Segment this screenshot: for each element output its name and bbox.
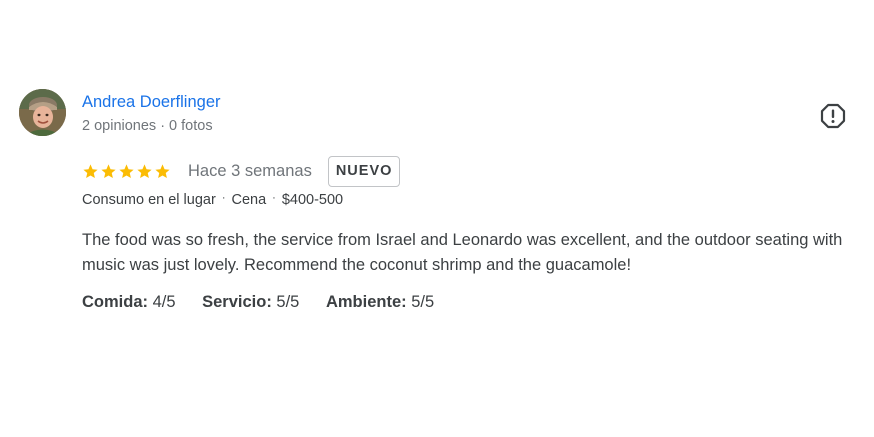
score-value: 4/5 xyxy=(152,293,176,311)
rating-row: Hace 3 semanas NUEVO xyxy=(82,155,401,187)
meal-type-tag: Cena xyxy=(231,192,267,208)
star-icon xyxy=(83,163,98,178)
tag-separator: · xyxy=(272,192,276,204)
avatar[interactable] xyxy=(19,89,66,136)
review-card: Andrea Doerflinger 2 opiniones · 0 fotos… xyxy=(0,0,874,437)
score-service: Servicio: 5/5 xyxy=(202,293,299,311)
new-badge: NUEVO xyxy=(327,155,401,187)
score-value: 5/5 xyxy=(276,293,300,311)
score-food: Comida: 4/5 xyxy=(82,293,176,311)
score-label: Ambiente: xyxy=(325,293,407,311)
review-text: The food was so fresh, the service from … xyxy=(82,231,843,274)
price-tag: $400-500 xyxy=(281,192,344,208)
service-type-tag: Consumo en el lugar xyxy=(82,192,216,208)
reviewer-stats: 2 opiniones · 0 fotos xyxy=(82,118,213,134)
star-icon xyxy=(137,163,152,178)
review-time: Hace 3 semanas xyxy=(188,161,312,180)
score-label: Comida: xyxy=(82,293,148,311)
star-icon xyxy=(119,163,134,178)
tag-separator: · xyxy=(221,192,226,204)
score-label: Servicio: xyxy=(202,293,272,311)
reviewer-name[interactable]: Andrea Doerflinger xyxy=(82,93,221,112)
aspect-scores: Comida: 4/5 Servicio: 5/5 Ambiente: 5/5 xyxy=(82,293,456,312)
score-ambience: Ambiente: 5/5 xyxy=(326,293,434,311)
report-flag-icon[interactable] xyxy=(820,103,846,129)
score-value: 5/5 xyxy=(411,293,435,311)
avatar-image xyxy=(19,89,66,136)
star-rating xyxy=(82,163,171,180)
star-icon xyxy=(155,163,170,178)
visit-tags: Consumo en el lugar · Cena · $400-500 xyxy=(82,192,343,208)
star-icon xyxy=(101,163,116,178)
